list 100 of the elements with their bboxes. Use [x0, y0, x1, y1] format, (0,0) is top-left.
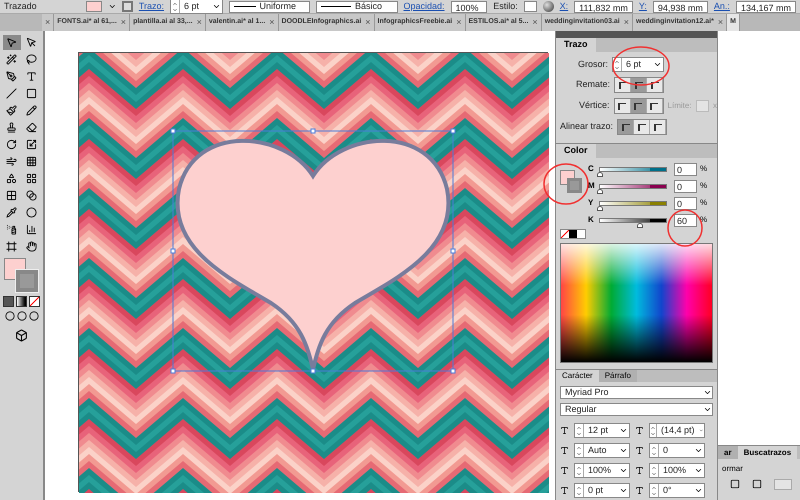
dropdown-caret-icon[interactable] [619, 466, 628, 475]
rotation-field[interactable]: 0° [649, 483, 705, 498]
panel-tab[interactable]: Carácter [556, 370, 599, 382]
baseline-field[interactable]: 0 pt [574, 483, 630, 498]
close-tab-button[interactable]: × [196, 16, 202, 30]
stepper-icon[interactable] [575, 484, 584, 497]
channel-label: K [588, 214, 595, 226]
type-setting-icon [560, 486, 569, 495]
exclude-icon[interactable] [752, 479, 762, 489]
x-field[interactable]: 111,832 mm [574, 0, 633, 12]
eyedropper-icon [6, 207, 17, 218]
document-tab[interactable]: × [42, 14, 54, 31]
stepper-icon[interactable] [650, 464, 659, 477]
close-tab-button[interactable]: × [718, 16, 724, 30]
slider-thumb[interactable] [597, 172, 603, 176]
segmented-control[interactable] [614, 77, 664, 93]
cap-label: Remate: [576, 78, 610, 92]
panel-tab[interactable]: Párrafo [598, 370, 637, 382]
fill-swatch[interactable] [86, 1, 102, 12]
stroke-weight-field[interactable]: 6 pt [170, 0, 223, 14]
fill-stroke-swatches[interactable] [4, 258, 40, 292]
segmented-control[interactable] [617, 119, 668, 135]
width-link[interactable]: An.: [714, 0, 730, 14]
channel-value-field[interactable]: 0 [674, 180, 697, 192]
opacity-field[interactable]: 100% [450, 0, 488, 12]
leading-field[interactable]: (14,4 pt) [649, 423, 705, 438]
stepper-icon[interactable] [650, 424, 657, 437]
stepper-icon[interactable] [171, 0, 180, 13]
stroke-swatch[interactable] [122, 1, 133, 12]
segment-button[interactable] [615, 78, 632, 92]
dropdown-caret-icon[interactable] [212, 2, 221, 11]
close-tab-button[interactable]: × [269, 16, 275, 30]
close-tab-button[interactable]: × [532, 16, 538, 30]
segment-button[interactable] [614, 99, 631, 113]
close-tab-button[interactable]: × [624, 16, 630, 30]
y-link[interactable]: Y: [638, 0, 647, 14]
width-field[interactable]: 134,167 mm [736, 0, 796, 12]
stepper-icon[interactable] [575, 424, 584, 437]
stepper-icon[interactable] [575, 444, 584, 457]
dropdown-caret-icon[interactable] [619, 486, 628, 495]
quick-swatch-strip[interactable] [560, 229, 586, 239]
segment-button[interactable] [630, 99, 647, 113]
selected-heart-drawing[interactable] [171, 129, 455, 373]
y-field[interactable]: 94,938 mm [652, 0, 708, 12]
slider-thumb[interactable] [636, 222, 643, 228]
color-mode-icon[interactable] [3, 296, 14, 307]
channel-value-field[interactable]: 60 [674, 214, 697, 226]
stepper-icon[interactable] [650, 444, 659, 457]
font-size-field[interactable]: 12 pt [574, 423, 630, 438]
tool-button[interactable] [2, 35, 20, 50]
none-mode-icon[interactable] [29, 296, 40, 307]
kerning-field[interactable]: Auto [574, 443, 630, 458]
panel-tab[interactable]: Color [556, 144, 596, 158]
segmented-control[interactable] [614, 98, 664, 114]
draw-normal-icon[interactable] [4, 311, 14, 321]
dropdown-caret-icon[interactable] [619, 446, 628, 455]
slider-thumb[interactable] [597, 188, 603, 194]
opacity-link[interactable]: Opacidad: [404, 0, 445, 14]
panel-tab[interactable]: ar [718, 446, 738, 459]
close-tab-button[interactable]: × [120, 16, 126, 30]
vertical-scale-field[interactable]: 100% [574, 463, 630, 478]
style-swatch[interactable] [524, 1, 538, 12]
limit-field[interactable] [696, 100, 709, 112]
stepper-icon[interactable] [575, 464, 584, 477]
horizontal-scale-field[interactable]: 100% [649, 463, 705, 478]
dropdown-caret-icon[interactable] [694, 466, 703, 475]
panel-tab[interactable]: Trazo [556, 38, 596, 52]
segment-button[interactable] [634, 120, 650, 134]
fill-stroke-swatches[interactable] [560, 170, 582, 193]
globe-icon[interactable] [543, 1, 554, 12]
tracking-field[interactable]: 0 [649, 443, 705, 458]
stroke-link[interactable]: Trazo: [138, 0, 164, 14]
x-link[interactable]: X: [560, 0, 568, 14]
color-spectrum[interactable] [560, 243, 713, 363]
dropdown-caret-icon[interactable] [108, 2, 116, 11]
panel-tab[interactable]: Buscatrazos [738, 446, 798, 459]
slider-thumb[interactable] [597, 206, 603, 210]
channel-value-field[interactable]: 0 [674, 162, 697, 176]
segment-button[interactable] [650, 120, 666, 134]
dropdown-caret-icon[interactable] [694, 486, 703, 495]
close-tab-button[interactable]: × [456, 16, 462, 30]
draw-inside-icon[interactable] [28, 311, 38, 321]
channel-value-field[interactable]: 0 [674, 196, 697, 210]
stepper-icon[interactable] [613, 58, 622, 71]
brush-dropdown[interactable]: Básico [316, 0, 398, 12]
close-tab-button[interactable]: × [365, 16, 371, 30]
dropdown-caret-icon[interactable] [653, 60, 662, 69]
close-tab-button[interactable]: × [45, 16, 50, 30]
profile-dropdown[interactable]: Uniforme [228, 0, 310, 12]
segment-button[interactable] [618, 120, 634, 134]
intersect-icon[interactable] [730, 479, 740, 489]
weight-field[interactable]: 6 pt [612, 57, 664, 72]
draw-behind-icon[interactable] [16, 311, 26, 321]
stepper-icon[interactable] [650, 484, 659, 497]
annotation-circle [612, 46, 670, 86]
gradient-mode-icon[interactable] [16, 296, 27, 307]
segment-button[interactable] [646, 99, 663, 113]
dropdown-caret-icon[interactable] [694, 446, 703, 455]
screen-mode-icon[interactable] [15, 329, 28, 342]
dropdown-caret-icon[interactable] [619, 426, 628, 435]
